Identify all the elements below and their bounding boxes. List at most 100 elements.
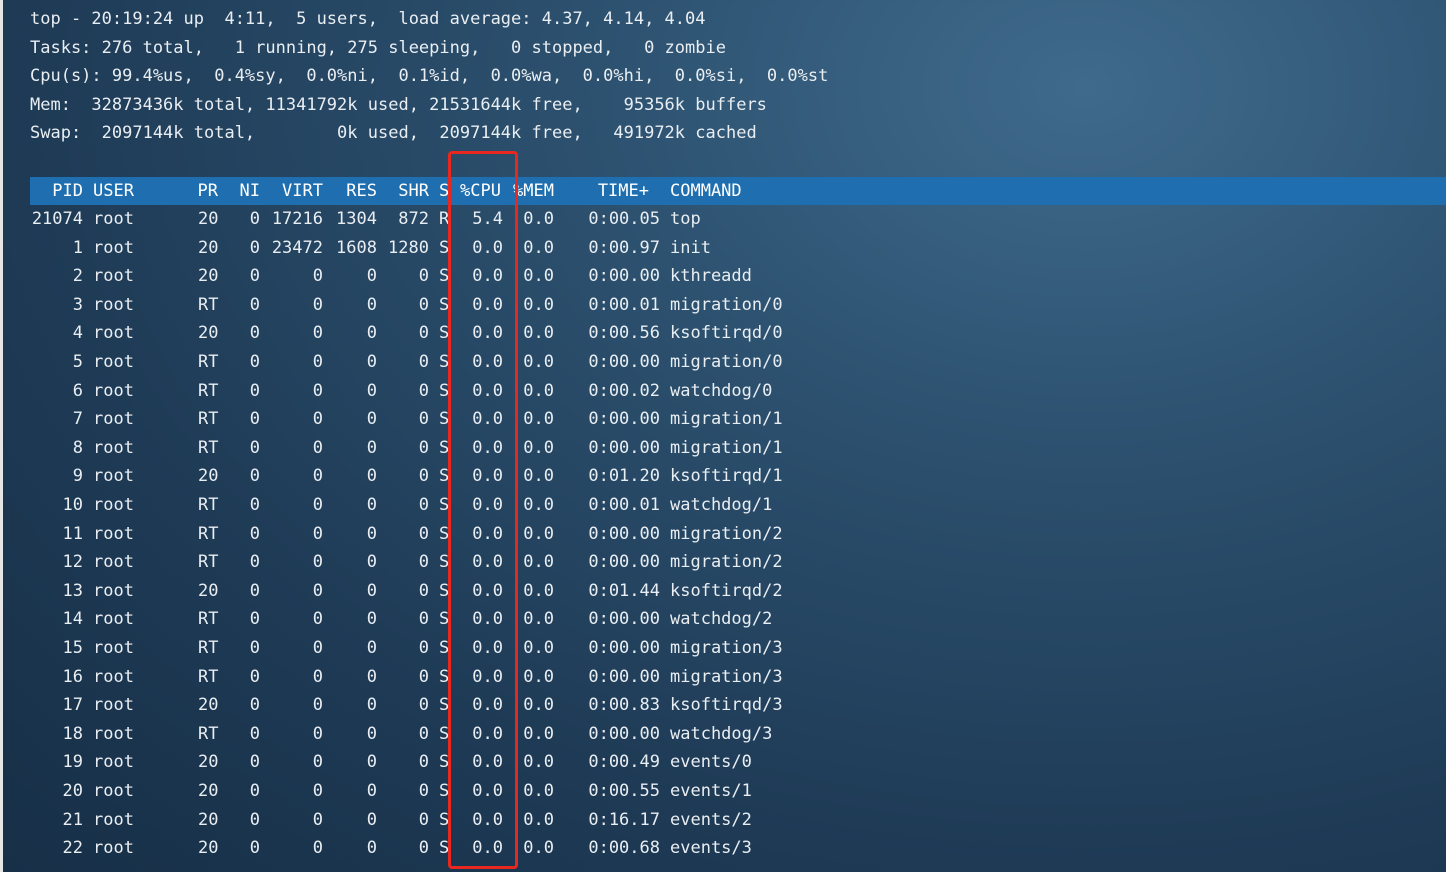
cell-cpu: 0.0 — [472, 723, 503, 744]
cell-state: S — [439, 237, 450, 258]
cell-pid: 7 — [72, 409, 83, 430]
cell-user: root — [93, 495, 134, 515]
cell-mem: 0.0 — [523, 266, 554, 287]
cell-res: 0 — [366, 552, 377, 573]
cell-shr: 0 — [418, 809, 429, 830]
cell-res: 0 — [366, 695, 377, 716]
cell-command: migration/2 — [670, 523, 783, 544]
cell-user: root — [93, 409, 134, 430]
cell-virt: 0 — [312, 266, 323, 287]
cell-user: root — [93, 638, 134, 658]
cell-shr: 0 — [418, 323, 429, 344]
cell-pid: 11 — [62, 523, 83, 544]
cell-time: 0:01.20 — [588, 466, 660, 487]
cell-command: ksoftirqd/3 — [670, 695, 783, 716]
cell-user: root — [93, 781, 134, 801]
cell-mem: 0.0 — [523, 552, 554, 573]
cell-command: events/3 — [670, 838, 752, 859]
table-row: 15 root RT 0 0 0 0 S 0.0 0.0 0:00.00 migration/3 — [3, 634, 1446, 662]
cell-time: 0:00.05 — [588, 209, 660, 229]
cell-pid: 3 — [72, 294, 83, 315]
cell-nice: 0 — [249, 552, 260, 573]
cell-nice: 0 — [249, 809, 260, 830]
cell-time: 0:01.44 — [588, 580, 660, 601]
cell-user: root — [93, 580, 134, 601]
cell-time: 0:00.00 — [588, 409, 660, 430]
cell-priority: RT — [198, 723, 219, 744]
cell-priority: 20 — [198, 237, 219, 258]
cell-time: 0:00.97 — [588, 237, 660, 258]
cell-mem: 0.0 — [523, 752, 554, 773]
column-header-user: USER — [93, 181, 134, 201]
summary-uptime-line: top - 20:19:24 up 4:11, 5 users, load av… — [30, 9, 706, 29]
cell-user: root — [93, 209, 134, 229]
column-header-pid: PID — [52, 181, 83, 201]
cell-virt: 0 — [312, 409, 323, 430]
cell-virt: 0 — [312, 723, 323, 744]
cell-res: 0 — [366, 781, 377, 801]
cell-state: S — [439, 580, 450, 601]
cell-nice: 0 — [249, 609, 260, 630]
cell-command: watchdog/2 — [670, 609, 773, 630]
table-row: 21074 root 20 0 17216 1304 872 R 5.4 0.0 0:00.05 to… — [3, 205, 1446, 233]
cell-cpu: 0.0 — [472, 380, 503, 401]
cell-priority: 20 — [198, 323, 219, 344]
cell-virt: 0 — [312, 466, 323, 487]
cell-mem: 0.0 — [523, 838, 554, 859]
cell-time: 0:00.00 — [588, 352, 660, 372]
summary-cpu-line: Cpu(s): 99.4%us, 0.4%sy, 0.0%ni, 0.1%id,… — [30, 66, 829, 86]
cell-state: S — [439, 323, 450, 344]
cell-command: events/0 — [670, 752, 752, 773]
cell-state: S — [439, 495, 450, 515]
cell-time: 0:00.00 — [588, 638, 660, 658]
cell-res: 0 — [366, 838, 377, 859]
cell-virt: 0 — [312, 781, 323, 801]
cell-nice: 0 — [249, 294, 260, 315]
cell-shr: 0 — [418, 380, 429, 401]
cell-cpu: 0.0 — [472, 781, 503, 801]
cell-command: migration/1 — [670, 409, 783, 430]
cell-res: 1608 — [336, 237, 377, 258]
cell-cpu: 0.0 — [472, 409, 503, 430]
cell-time: 0:16.17 — [588, 809, 660, 830]
cell-command: migration/3 — [670, 638, 783, 658]
cell-virt: 0 — [312, 752, 323, 773]
cell-command: migration/0 — [670, 352, 783, 372]
cell-shr: 1280 — [388, 237, 429, 258]
cell-command: ksoftirqd/1 — [670, 466, 783, 487]
cell-virt: 0 — [312, 838, 323, 859]
cell-pid: 18 — [62, 723, 83, 744]
cell-virt: 0 — [312, 352, 323, 372]
cell-res: 1304 — [336, 209, 377, 229]
table-row: 8 root RT 0 0 0 0 S 0.0 0.0 0:00.00 migration/1 — [3, 434, 1446, 462]
cell-mem: 0.0 — [523, 580, 554, 601]
cell-pid: 1 — [72, 237, 83, 258]
cell-shr: 0 — [418, 609, 429, 630]
column-header-state: S — [439, 181, 450, 201]
cell-state: S — [439, 352, 450, 372]
cell-cpu: 0.0 — [472, 294, 503, 315]
cell-res: 0 — [366, 638, 377, 658]
cell-mem: 0.0 — [523, 352, 554, 372]
cell-command: watchdog/1 — [670, 495, 773, 515]
cell-priority: 20 — [198, 266, 219, 287]
cell-time: 0:00.00 — [588, 523, 660, 544]
cell-cpu: 0.0 — [472, 838, 503, 859]
cell-priority: RT — [198, 294, 219, 315]
cell-nice: 0 — [249, 638, 260, 658]
cell-priority: 20 — [198, 752, 219, 773]
cell-state: S — [439, 266, 450, 287]
cell-shr: 0 — [418, 523, 429, 544]
cell-shr: 0 — [418, 695, 429, 716]
cell-cpu: 0.0 — [472, 437, 503, 458]
cell-nice: 0 — [249, 466, 260, 487]
cell-mem: 0.0 — [523, 523, 554, 544]
cell-mem: 0.0 — [523, 695, 554, 716]
cell-pid: 13 — [62, 580, 83, 601]
cell-cpu: 0.0 — [472, 237, 503, 258]
cell-state: S — [439, 695, 450, 716]
cell-pid: 21074 — [31, 209, 83, 229]
cell-mem: 0.0 — [523, 380, 554, 401]
cell-res: 0 — [366, 266, 377, 287]
cell-res: 0 — [366, 323, 377, 344]
